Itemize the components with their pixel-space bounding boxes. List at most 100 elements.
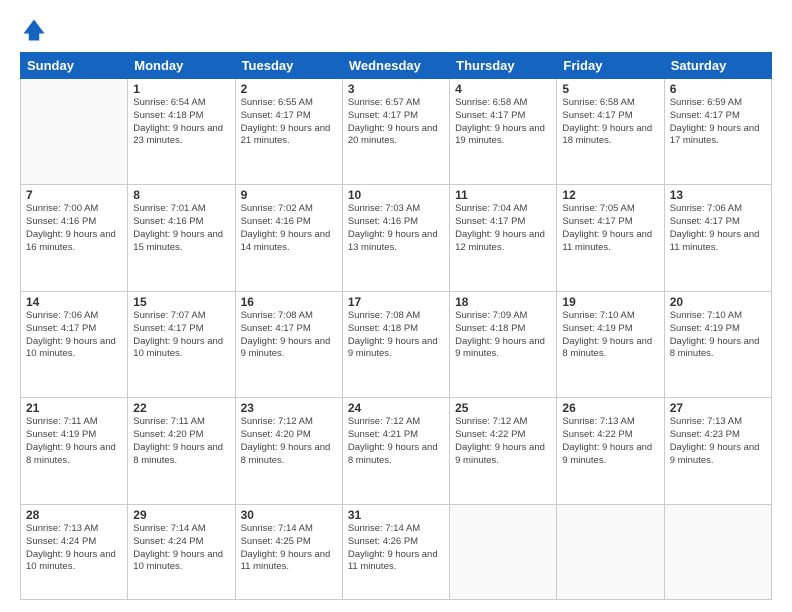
calendar-cell: 4Sunrise: 6:58 AMSunset: 4:17 PMDaylight… <box>450 79 557 185</box>
day-info: Sunrise: 7:05 AMSunset: 4:17 PMDaylight:… <box>562 203 658 254</box>
day-info: Sunrise: 6:55 AMSunset: 4:17 PMDaylight:… <box>241 97 337 148</box>
calendar-cell: 14Sunrise: 7:06 AMSunset: 4:17 PMDayligh… <box>21 291 128 397</box>
day-number: 1 <box>133 82 229 96</box>
day-info: Sunrise: 7:13 AMSunset: 4:22 PMDaylight:… <box>562 416 658 467</box>
day-info: Sunrise: 6:54 AMSunset: 4:18 PMDaylight:… <box>133 97 229 148</box>
day-info: Sunrise: 7:06 AMSunset: 4:17 PMDaylight:… <box>26 310 122 361</box>
calendar-cell: 27Sunrise: 7:13 AMSunset: 4:23 PMDayligh… <box>664 398 771 504</box>
day-number: 23 <box>241 401 337 415</box>
day-info: Sunrise: 7:12 AMSunset: 4:21 PMDaylight:… <box>348 416 444 467</box>
day-number: 14 <box>26 295 122 309</box>
calendar-cell <box>450 504 557 599</box>
calendar-cell: 16Sunrise: 7:08 AMSunset: 4:17 PMDayligh… <box>235 291 342 397</box>
calendar-cell: 28Sunrise: 7:13 AMSunset: 4:24 PMDayligh… <box>21 504 128 599</box>
day-info: Sunrise: 7:04 AMSunset: 4:17 PMDaylight:… <box>455 203 551 254</box>
day-info: Sunrise: 7:03 AMSunset: 4:16 PMDaylight:… <box>348 203 444 254</box>
day-info: Sunrise: 7:10 AMSunset: 4:19 PMDaylight:… <box>562 310 658 361</box>
weekday-header: Thursday <box>450 53 557 79</box>
day-info: Sunrise: 7:14 AMSunset: 4:24 PMDaylight:… <box>133 523 229 574</box>
day-info: Sunrise: 7:08 AMSunset: 4:17 PMDaylight:… <box>241 310 337 361</box>
weekday-header: Tuesday <box>235 53 342 79</box>
calendar-cell: 19Sunrise: 7:10 AMSunset: 4:19 PMDayligh… <box>557 291 664 397</box>
day-info: Sunrise: 7:14 AMSunset: 4:25 PMDaylight:… <box>241 523 337 574</box>
day-info: Sunrise: 7:12 AMSunset: 4:22 PMDaylight:… <box>455 416 551 467</box>
calendar-cell: 25Sunrise: 7:12 AMSunset: 4:22 PMDayligh… <box>450 398 557 504</box>
day-info: Sunrise: 7:07 AMSunset: 4:17 PMDaylight:… <box>133 310 229 361</box>
day-number: 17 <box>348 295 444 309</box>
calendar-cell: 7Sunrise: 7:00 AMSunset: 4:16 PMDaylight… <box>21 185 128 291</box>
day-info: Sunrise: 7:09 AMSunset: 4:18 PMDaylight:… <box>455 310 551 361</box>
day-number: 30 <box>241 508 337 522</box>
day-number: 12 <box>562 188 658 202</box>
weekday-header: Friday <box>557 53 664 79</box>
day-info: Sunrise: 7:10 AMSunset: 4:19 PMDaylight:… <box>670 310 766 361</box>
calendar-cell: 20Sunrise: 7:10 AMSunset: 4:19 PMDayligh… <box>664 291 771 397</box>
day-number: 9 <box>241 188 337 202</box>
day-info: Sunrise: 6:58 AMSunset: 4:17 PMDaylight:… <box>562 97 658 148</box>
calendar-cell: 23Sunrise: 7:12 AMSunset: 4:20 PMDayligh… <box>235 398 342 504</box>
calendar-cell: 26Sunrise: 7:13 AMSunset: 4:22 PMDayligh… <box>557 398 664 504</box>
weekday-header: Sunday <box>21 53 128 79</box>
day-number: 3 <box>348 82 444 96</box>
day-number: 19 <box>562 295 658 309</box>
calendar-cell: 11Sunrise: 7:04 AMSunset: 4:17 PMDayligh… <box>450 185 557 291</box>
week-row: 7Sunrise: 7:00 AMSunset: 4:16 PMDaylight… <box>21 185 772 291</box>
day-number: 28 <box>26 508 122 522</box>
calendar-cell: 3Sunrise: 6:57 AMSunset: 4:17 PMDaylight… <box>342 79 449 185</box>
calendar-cell: 13Sunrise: 7:06 AMSunset: 4:17 PMDayligh… <box>664 185 771 291</box>
day-number: 26 <box>562 401 658 415</box>
header-row: SundayMondayTuesdayWednesdayThursdayFrid… <box>21 53 772 79</box>
day-number: 5 <box>562 82 658 96</box>
day-info: Sunrise: 7:08 AMSunset: 4:18 PMDaylight:… <box>348 310 444 361</box>
day-info: Sunrise: 7:13 AMSunset: 4:24 PMDaylight:… <box>26 523 122 574</box>
day-number: 29 <box>133 508 229 522</box>
day-number: 27 <box>670 401 766 415</box>
day-info: Sunrise: 6:57 AMSunset: 4:17 PMDaylight:… <box>348 97 444 148</box>
calendar-cell: 1Sunrise: 6:54 AMSunset: 4:18 PMDaylight… <box>128 79 235 185</box>
calendar-cell: 15Sunrise: 7:07 AMSunset: 4:17 PMDayligh… <box>128 291 235 397</box>
day-number: 22 <box>133 401 229 415</box>
day-info: Sunrise: 7:00 AMSunset: 4:16 PMDaylight:… <box>26 203 122 254</box>
weekday-header: Monday <box>128 53 235 79</box>
weekday-header: Wednesday <box>342 53 449 79</box>
header <box>20 16 772 44</box>
day-number: 16 <box>241 295 337 309</box>
calendar-cell: 6Sunrise: 6:59 AMSunset: 4:17 PMDaylight… <box>664 79 771 185</box>
calendar-cell: 24Sunrise: 7:12 AMSunset: 4:21 PMDayligh… <box>342 398 449 504</box>
logo <box>20 16 52 44</box>
calendar-cell: 21Sunrise: 7:11 AMSunset: 4:19 PMDayligh… <box>21 398 128 504</box>
calendar-cell <box>664 504 771 599</box>
day-info: Sunrise: 7:06 AMSunset: 4:17 PMDaylight:… <box>670 203 766 254</box>
day-number: 2 <box>241 82 337 96</box>
day-number: 6 <box>670 82 766 96</box>
day-info: Sunrise: 6:59 AMSunset: 4:17 PMDaylight:… <box>670 97 766 148</box>
day-number: 4 <box>455 82 551 96</box>
logo-icon <box>20 16 48 44</box>
page: SundayMondayTuesdayWednesdayThursdayFrid… <box>0 0 792 612</box>
calendar-cell: 30Sunrise: 7:14 AMSunset: 4:25 PMDayligh… <box>235 504 342 599</box>
calendar-cell: 2Sunrise: 6:55 AMSunset: 4:17 PMDaylight… <box>235 79 342 185</box>
day-number: 8 <box>133 188 229 202</box>
week-row: 21Sunrise: 7:11 AMSunset: 4:19 PMDayligh… <box>21 398 772 504</box>
day-info: Sunrise: 7:14 AMSunset: 4:26 PMDaylight:… <box>348 523 444 574</box>
week-row: 28Sunrise: 7:13 AMSunset: 4:24 PMDayligh… <box>21 504 772 599</box>
calendar-table: SundayMondayTuesdayWednesdayThursdayFrid… <box>20 52 772 600</box>
calendar-cell: 9Sunrise: 7:02 AMSunset: 4:16 PMDaylight… <box>235 185 342 291</box>
day-number: 25 <box>455 401 551 415</box>
calendar-cell: 18Sunrise: 7:09 AMSunset: 4:18 PMDayligh… <box>450 291 557 397</box>
day-number: 24 <box>348 401 444 415</box>
day-info: Sunrise: 7:02 AMSunset: 4:16 PMDaylight:… <box>241 203 337 254</box>
calendar-cell: 22Sunrise: 7:11 AMSunset: 4:20 PMDayligh… <box>128 398 235 504</box>
calendar-cell: 31Sunrise: 7:14 AMSunset: 4:26 PMDayligh… <box>342 504 449 599</box>
day-number: 13 <box>670 188 766 202</box>
day-number: 7 <box>26 188 122 202</box>
day-number: 18 <box>455 295 551 309</box>
day-info: Sunrise: 6:58 AMSunset: 4:17 PMDaylight:… <box>455 97 551 148</box>
day-number: 20 <box>670 295 766 309</box>
calendar-cell: 12Sunrise: 7:05 AMSunset: 4:17 PMDayligh… <box>557 185 664 291</box>
calendar-cell: 10Sunrise: 7:03 AMSunset: 4:16 PMDayligh… <box>342 185 449 291</box>
day-info: Sunrise: 7:11 AMSunset: 4:20 PMDaylight:… <box>133 416 229 467</box>
week-row: 14Sunrise: 7:06 AMSunset: 4:17 PMDayligh… <box>21 291 772 397</box>
calendar-cell: 29Sunrise: 7:14 AMSunset: 4:24 PMDayligh… <box>128 504 235 599</box>
week-row: 1Sunrise: 6:54 AMSunset: 4:18 PMDaylight… <box>21 79 772 185</box>
